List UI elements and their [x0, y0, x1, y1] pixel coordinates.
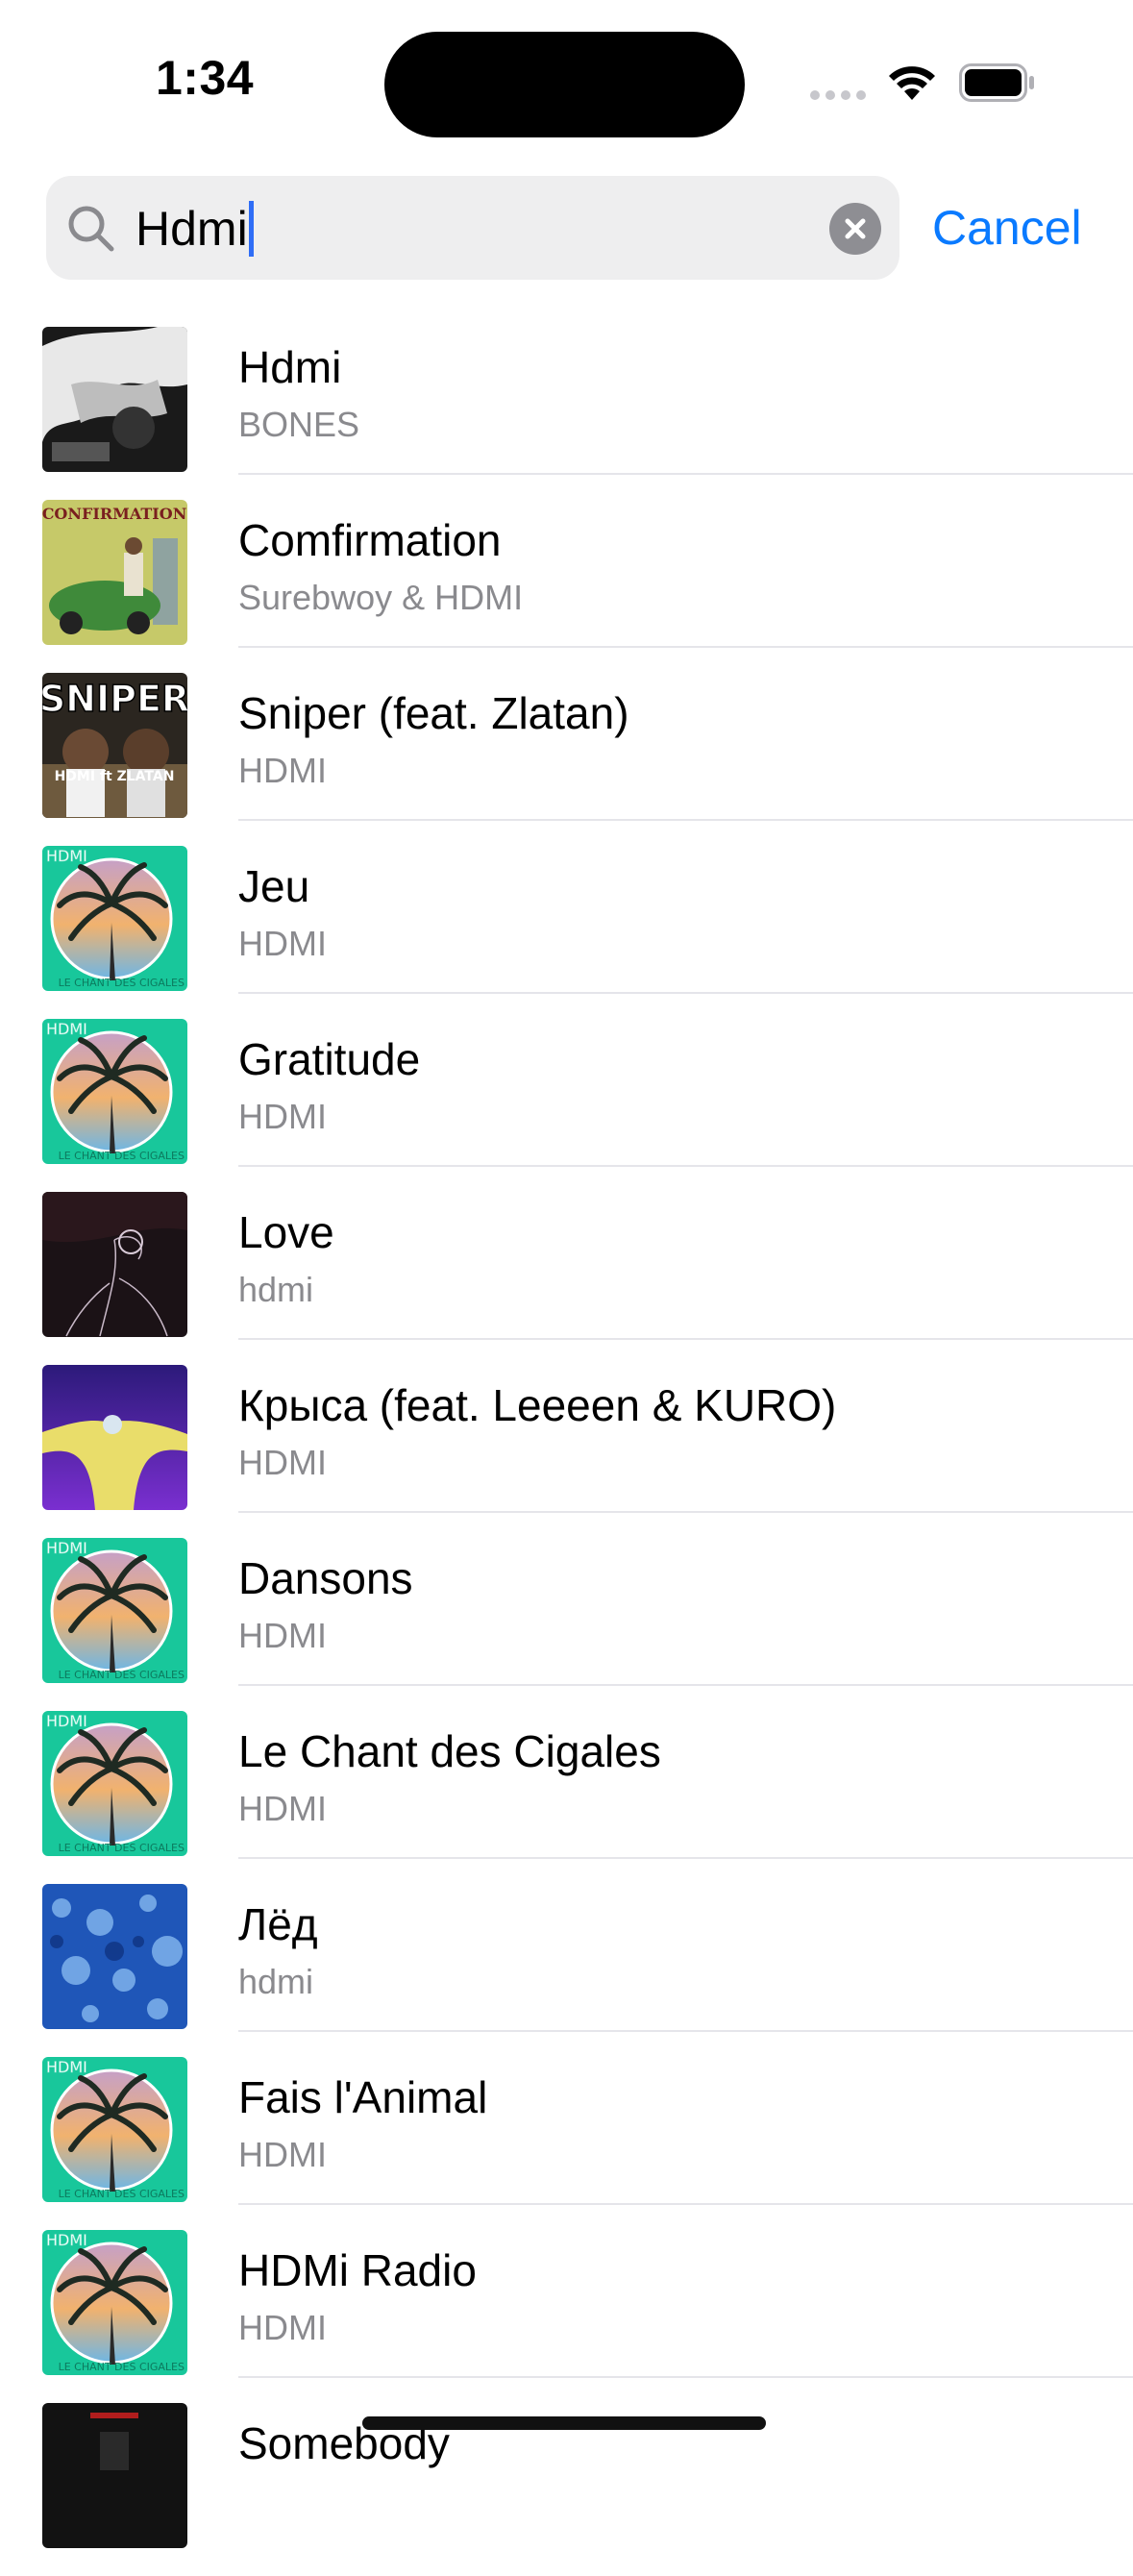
artist-name: HDMI	[238, 1789, 327, 1828]
svg-text:HDMI: HDMI	[46, 1020, 87, 1038]
row-separator	[238, 473, 1133, 475]
artist-name: BONES	[238, 405, 360, 444]
result-row[interactable]: SNIPER HDMI ft ZLATAN Sniper (feat. Zlatan…	[0, 673, 1133, 846]
status-time: 1:34	[156, 51, 255, 105]
artist-name: HDMI	[238, 2308, 327, 2347]
row-separator	[238, 646, 1133, 648]
row-separator	[238, 2376, 1133, 2378]
result-row[interactable]: HDMI LE CHANT DES CIGALES Jeu HDMI	[0, 846, 1133, 1019]
search-input[interactable]: Hdmi	[135, 201, 254, 257]
svg-text:LE CHANT DES CIGALES: LE CHANT DES CIGALES	[59, 1842, 185, 1854]
search-field[interactable]: Hdmi	[46, 176, 899, 280]
row-separator	[238, 2030, 1133, 2032]
search-row: Hdmi Cancel	[0, 176, 1133, 282]
svg-text:SNIPER: SNIPER	[42, 678, 187, 720]
svg-text:HDMI: HDMI	[46, 1712, 87, 1730]
album-artwork	[42, 327, 187, 472]
artist-name: Surebwoy & HDMI	[238, 578, 524, 617]
album-artwork	[42, 1192, 187, 1337]
song-title: Love	[238, 1207, 334, 1257]
svg-text:LE CHANT DES CIGALES: LE CHANT DES CIGALES	[59, 1150, 185, 1162]
svg-text:LE CHANT DES CIGALES: LE CHANT DES CIGALES	[59, 2361, 185, 2373]
result-row[interactable]: HDMI LE CHANT DES CIGALES Dansons HDMI	[0, 1538, 1133, 1711]
cellular-signal-icon	[810, 90, 866, 102]
row-separator	[238, 819, 1133, 821]
song-title: Jeu	[238, 861, 310, 911]
artist-name: HDMI	[238, 924, 327, 963]
dynamic-island	[384, 32, 745, 137]
album-artwork: HDMI LE CHANT DES CIGALES	[42, 1019, 187, 1164]
row-separator	[238, 1684, 1133, 1686]
album-artwork: HDMI LE CHANT DES CIGALES	[42, 1711, 187, 1856]
row-separator	[238, 1857, 1133, 1859]
artist-name: hdmi	[238, 1962, 314, 2001]
row-separator	[238, 1511, 1133, 1513]
artist-name: HDMI	[238, 751, 327, 790]
album-artwork: CONFIRMATION	[42, 500, 187, 645]
song-title: Sniper (feat. Zlatan)	[238, 688, 629, 738]
svg-text:HDMI: HDMI	[46, 847, 87, 865]
search-query: Hdmi	[135, 202, 248, 256]
song-title: Gratitude	[238, 1034, 421, 1084]
result-row[interactable]: HDMI LE CHANT DES CIGALES Le Chant des Cig…	[0, 1711, 1133, 1884]
artist-name: hdmi	[238, 1270, 314, 1309]
home-indicator	[362, 2416, 766, 2430]
cancel-button[interactable]: Cancel	[932, 199, 1082, 257]
album-artwork: HDMI LE CHANT DES CIGALES	[42, 1538, 187, 1683]
album-artwork: SNIPER HDMI ft ZLATAN	[42, 673, 187, 818]
svg-text:LE CHANT DES CIGALES: LE CHANT DES CIGALES	[59, 977, 185, 989]
row-separator	[238, 2203, 1133, 2205]
album-artwork: HDMI LE CHANT DES CIGALES	[42, 2230, 187, 2375]
song-title: Крыса (feat. Leeeen & KURO)	[238, 1380, 837, 1430]
song-title: Le Chant des Cigales	[238, 1726, 661, 1776]
album-artwork: HDMI LE CHANT DES CIGALES	[42, 846, 187, 991]
svg-text:CONFIRMATION: CONFIRMATION	[42, 505, 186, 523]
artist-name: HDMI	[238, 1616, 327, 1655]
result-row[interactable]: HDMI LE CHANT DES CIGALES Fais l'Animal HDM…	[0, 2057, 1133, 2230]
svg-text:HDMI: HDMI	[46, 2231, 87, 2249]
album-artwork	[42, 1365, 187, 1510]
song-title: HDMi Radio	[238, 2245, 477, 2295]
status-bar: 1:34	[0, 0, 1133, 163]
result-row[interactable]: CONFIRMATION Comfirmation Surebwoy & HDMI	[0, 500, 1133, 673]
result-row[interactable]: Love hdmi	[0, 1192, 1133, 1365]
result-row[interactable]: HDMI LE CHANT DES CIGALES HDMi Radio HDMI	[0, 2230, 1133, 2403]
song-title: Fais l'Animal	[238, 2072, 488, 2122]
svg-text:HDMI ft ZLATAN: HDMI ft ZLATAN	[55, 769, 175, 784]
wifi-icon	[889, 66, 935, 100]
clear-search-button[interactable]	[829, 203, 881, 255]
result-row[interactable]: Hdmi BONES	[0, 327, 1133, 500]
album-artwork	[42, 2403, 187, 2548]
result-row[interactable]: Лёд hdmi	[0, 1884, 1133, 2057]
song-title: Лёд	[238, 1899, 318, 1949]
row-separator	[238, 1165, 1133, 1167]
search-results-list: Hdmi BONES CONFIRMATION Comfirmation Surebwo…	[0, 327, 1133, 2576]
row-separator	[238, 992, 1133, 994]
battery-icon	[959, 63, 1034, 102]
song-title: Comfirmation	[238, 515, 502, 565]
album-artwork: HDMI LE CHANT DES CIGALES	[42, 2057, 187, 2202]
magnifying-glass-icon	[68, 206, 114, 252]
svg-text:LE CHANT DES CIGALES: LE CHANT DES CIGALES	[59, 2188, 185, 2200]
song-title: Dansons	[238, 1553, 413, 1603]
song-title: Hdmi	[238, 342, 342, 392]
xmark-icon	[845, 218, 866, 239]
result-row[interactable]: HDMI LE CHANT DES CIGALES Gratitude HDMI	[0, 1019, 1133, 1192]
artist-name: HDMI	[238, 1097, 327, 1136]
artist-name: HDMI	[238, 2135, 327, 2174]
album-artwork	[42, 1884, 187, 2029]
artist-name: HDMI	[238, 1443, 327, 1482]
svg-text:LE CHANT DES CIGALES: LE CHANT DES CIGALES	[59, 1669, 185, 1681]
svg-text:HDMI: HDMI	[46, 2058, 87, 2076]
svg-text:HDMI: HDMI	[46, 1539, 87, 1557]
row-separator	[238, 1338, 1133, 1340]
text-caret	[248, 201, 254, 257]
result-row[interactable]: Крыса (feat. Leeeen & KURO) HDMI	[0, 1365, 1133, 1538]
